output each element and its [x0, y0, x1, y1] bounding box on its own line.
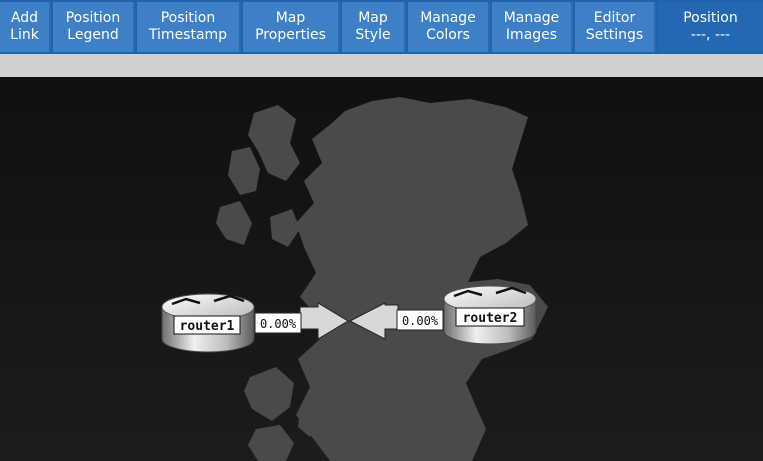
map-style-label-2: Style [355, 27, 391, 43]
position-readout-label: Position [683, 10, 738, 26]
map-drawing: 0.00% 0.00% router1 router2 [161, 97, 548, 461]
position-readout: Position ---, --- [658, 2, 763, 52]
router2-label: router2 [463, 311, 518, 326]
status-bar [0, 54, 763, 77]
manage-images-label-1: Manage [503, 10, 560, 26]
link-bandwidth-label-1: 0.00% [260, 317, 297, 331]
position-legend-button[interactable]: Position Legend [53, 2, 135, 52]
link-bandwidth-label-2: 0.00% [402, 314, 439, 328]
position-legend-label-2: Legend [67, 27, 119, 43]
position-timestamp-button[interactable]: Position Timestamp [137, 2, 241, 52]
map-properties-label-1: Map [275, 10, 306, 26]
position-timestamp-label-1: Position [160, 10, 216, 26]
scotland-map-background [216, 97, 548, 461]
editor-toolbar: Add Link Position Legend Position Timest… [0, 0, 763, 54]
manage-colors-label-1: Manage [420, 10, 476, 26]
map-style-label-1: Map [358, 10, 388, 26]
position-readout-value: ---, --- [690, 27, 731, 43]
editor-settings-label-1: Editor [593, 10, 636, 26]
map-canvas[interactable]: 0.00% 0.00% router1 router2 [0, 77, 763, 461]
add-link-label-2: Link [10, 27, 39, 43]
manage-colors-label-2: Colors [426, 27, 470, 43]
router2-node[interactable]: router2 [443, 285, 537, 345]
manage-images-button[interactable]: Manage Images [492, 2, 573, 52]
position-legend-label-1: Position [65, 10, 121, 26]
router1-node[interactable]: router1 [161, 293, 255, 353]
manage-images-label-2: Images [505, 27, 558, 43]
map-properties-label-2: Properties [255, 27, 326, 43]
add-link-label-1: Add [10, 10, 39, 26]
map-properties-button[interactable]: Map Properties [243, 2, 340, 52]
editor-settings-label-2: Settings [585, 27, 644, 43]
map-style-button[interactable]: Map Style [342, 2, 406, 52]
manage-colors-button[interactable]: Manage Colors [408, 2, 490, 52]
add-link-button[interactable]: Add Link [0, 2, 51, 52]
editor-settings-button[interactable]: Editor Settings [575, 2, 656, 52]
router1-label: router1 [180, 319, 235, 334]
position-timestamp-label-2: Timestamp [148, 27, 228, 43]
